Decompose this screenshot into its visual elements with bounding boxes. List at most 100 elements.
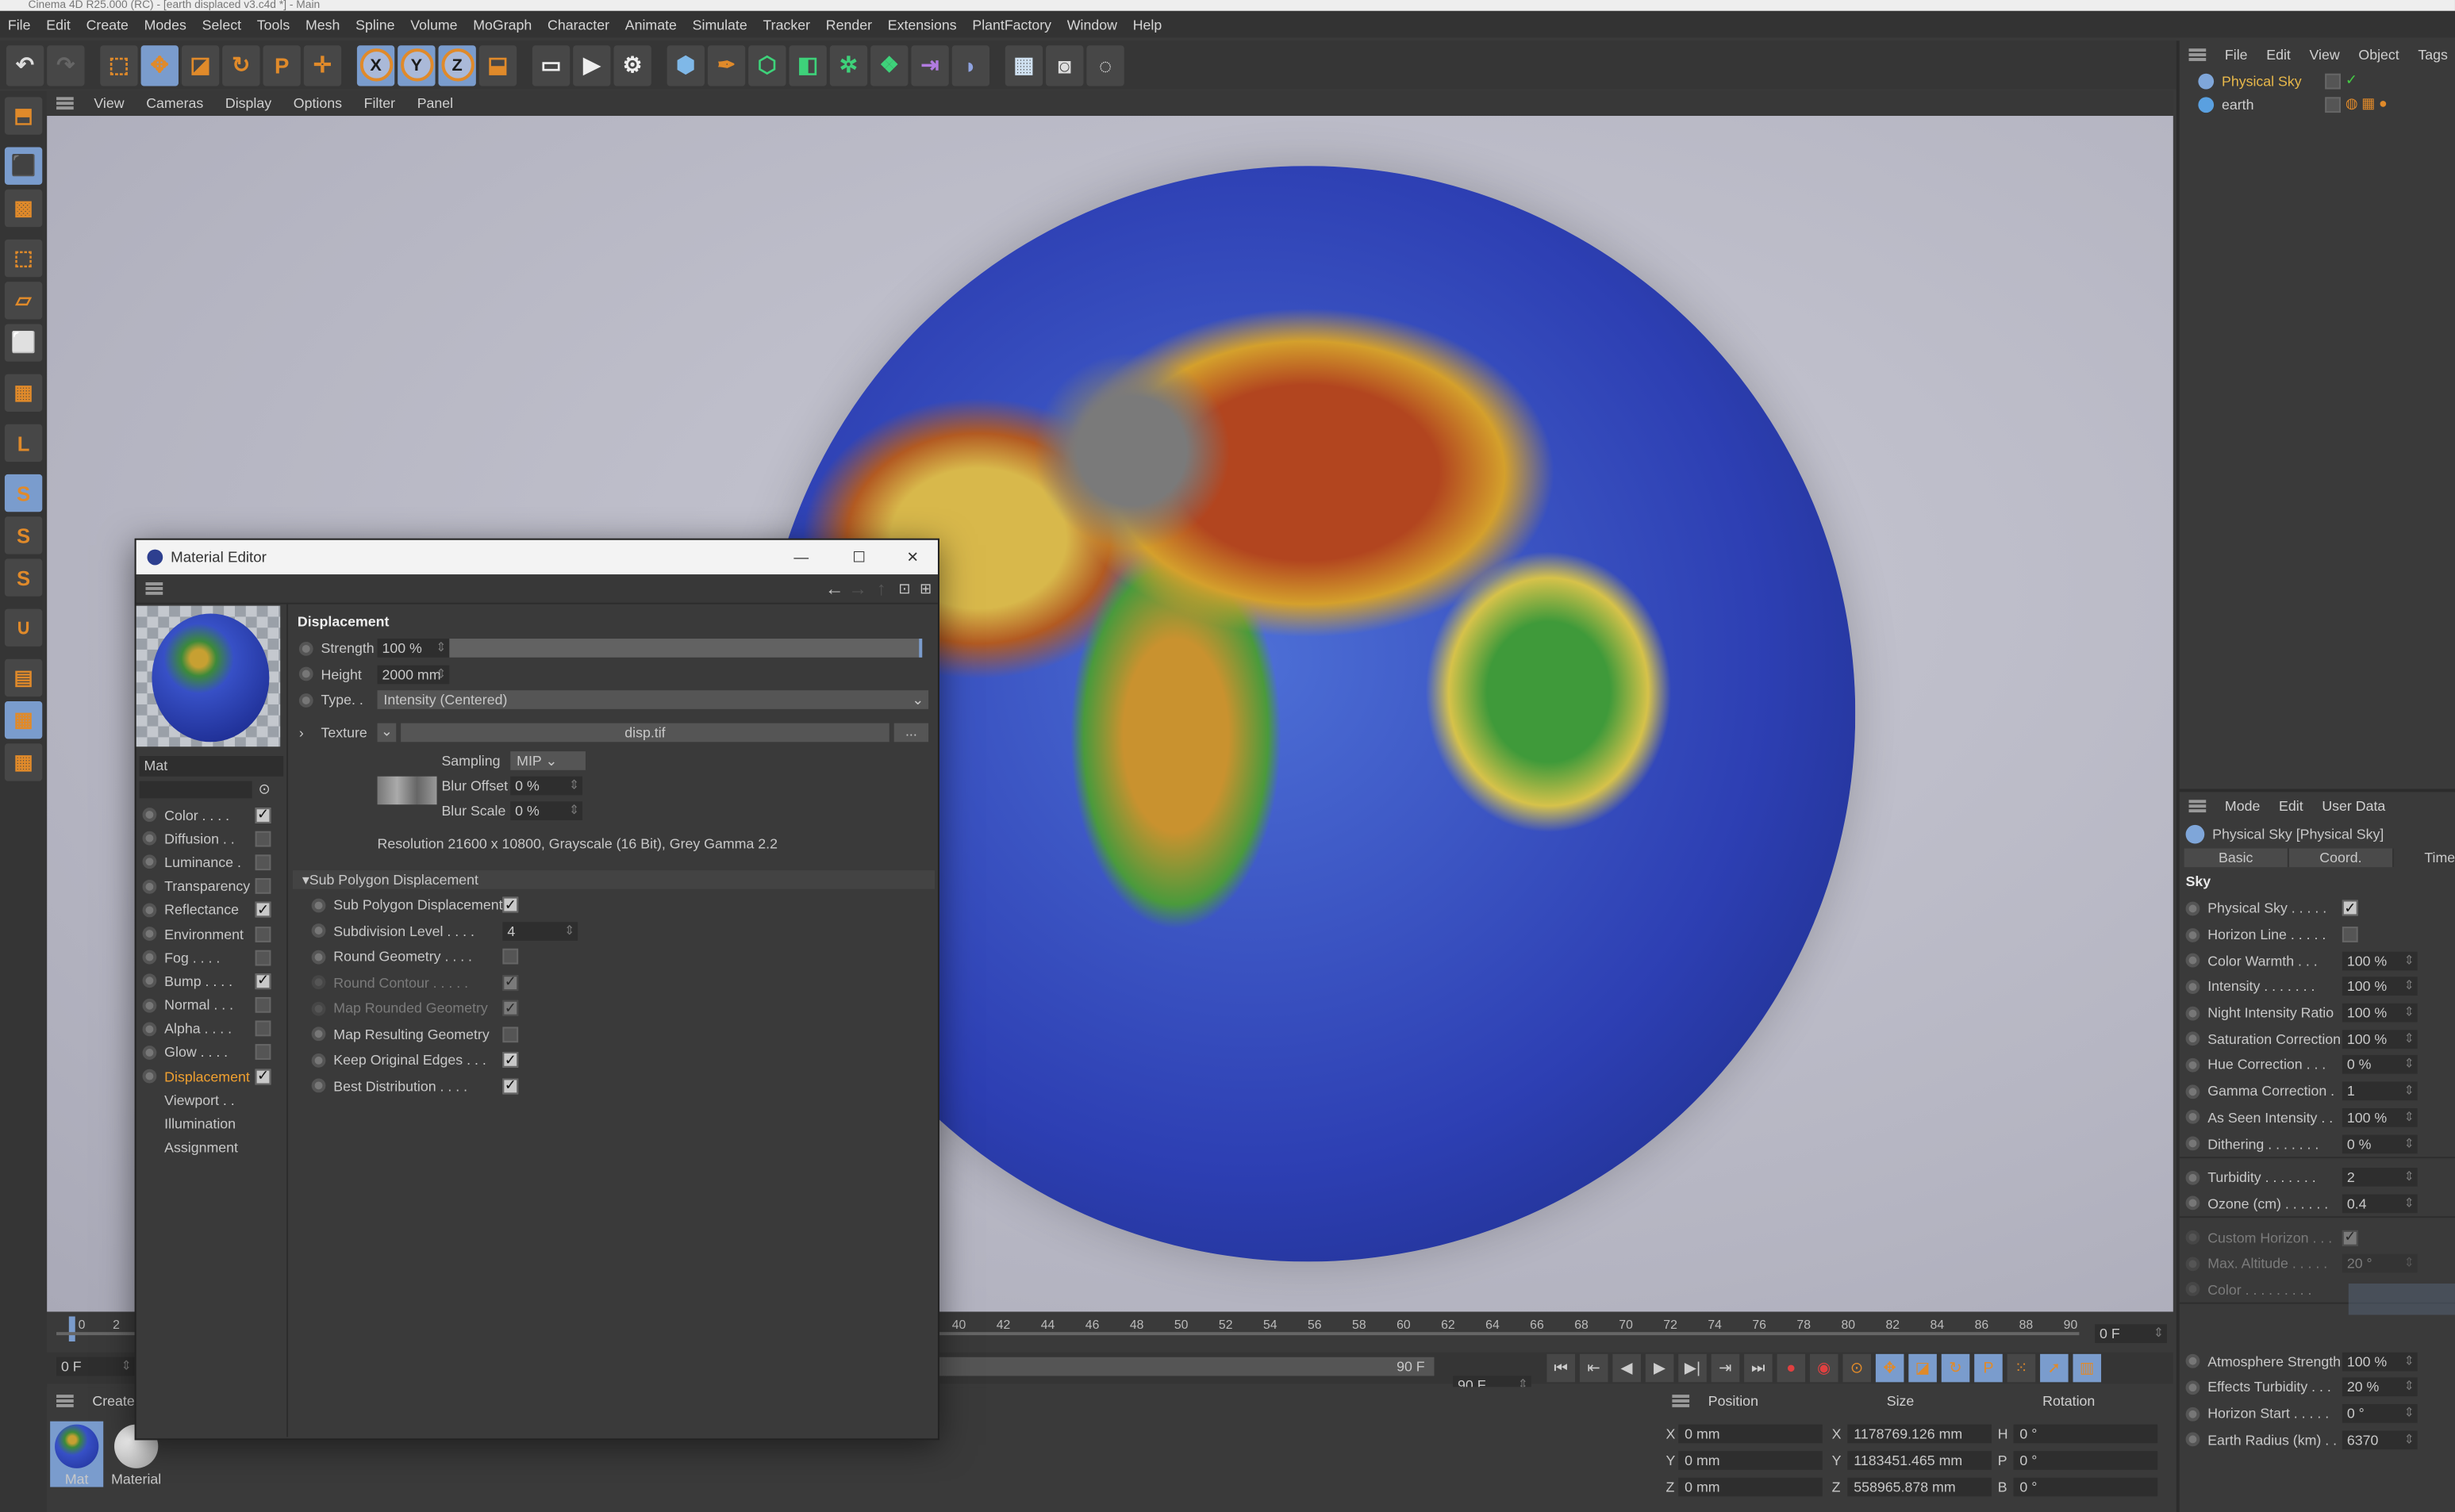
current-frame-field[interactable]: 0 F [2095, 1324, 2167, 1344]
channel-transparency[interactable]: Transparency [136, 874, 286, 898]
light-button[interactable]: ◌ [1086, 44, 1124, 86]
render-settings-button[interactable]: ⚙ [613, 44, 651, 86]
type-dropdown[interactable]: Intensity (Centered) ⌄ [377, 690, 929, 710]
strength-slider[interactable] [449, 639, 923, 658]
channel-displacement[interactable]: Displacement ✓ [136, 1065, 286, 1088]
am-menu-edit[interactable]: Edit [2269, 798, 2312, 814]
checkbox[interactable]: ✓ [502, 1077, 519, 1094]
menu-spline[interactable]: Spline [348, 17, 402, 33]
animate-radio[interactable] [311, 1027, 326, 1042]
menu-edit[interactable]: Edit [38, 17, 78, 33]
menu-tools[interactable]: Tools [249, 17, 298, 33]
menu-mesh[interactable]: Mesh [298, 17, 348, 33]
menu-icon[interactable] [2188, 48, 2207, 61]
animate-radio[interactable] [142, 808, 157, 823]
camera-button[interactable]: ◙ [1046, 44, 1084, 86]
animate-radio[interactable] [142, 974, 157, 988]
object-row[interactable]: earth ◍ ▦ ● [2180, 92, 2455, 116]
rotate-button[interactable]: ↻ [222, 44, 260, 86]
channel-reflectance[interactable]: Reflectance ✓ [136, 898, 286, 922]
next-key-button[interactable]: ⇥ [1711, 1353, 1740, 1383]
workplane-button[interactable]: ▤ [4, 658, 43, 697]
size-x-field[interactable]: 1178769.126 mm [1847, 1424, 1992, 1444]
menu-icon[interactable] [2188, 800, 2207, 813]
align-workplane-button[interactable]: ▦ [4, 743, 43, 781]
tags-icon[interactable]: ◍ ▦ ● [2346, 95, 2388, 113]
material-preview[interactable] [136, 605, 281, 747]
texture-file-button[interactable]: disp.tif [401, 723, 889, 742]
texture-menu-button[interactable]: ⌄ [377, 723, 397, 742]
maximize-button[interactable]: ☐ [831, 549, 888, 566]
om-menu-edit[interactable]: Edit [2257, 47, 2299, 63]
height-field[interactable]: 2000 mm [377, 665, 450, 684]
checkbox[interactable] [502, 949, 519, 965]
animate-radio[interactable] [2185, 927, 2200, 942]
menu-character[interactable]: Character [540, 17, 617, 33]
viewport-menu-display[interactable]: Display [214, 95, 282, 111]
checkbox[interactable]: ✓ [2342, 900, 2358, 917]
position-x-field[interactable]: 0 mm [1678, 1424, 1823, 1444]
record-button[interactable]: ● [1777, 1353, 1806, 1383]
play-button[interactable]: ▶ [1645, 1353, 1674, 1383]
cloner-button[interactable]: ✲ [829, 44, 868, 86]
viewport-menu-view[interactable]: View [83, 95, 136, 111]
position-z-field[interactable]: 0 mm [1678, 1477, 1823, 1497]
animate-radio[interactable] [311, 950, 326, 964]
animate-radio[interactable] [298, 641, 313, 656]
new-panel-icon[interactable]: ⊞ [920, 580, 932, 597]
animate-radio[interactable] [2185, 1196, 2200, 1211]
channel-bump[interactable]: Bump . . . . ✓ [136, 969, 286, 993]
animate-radio[interactable] [142, 950, 157, 965]
channel-glow[interactable]: Glow . . . . [136, 1041, 286, 1065]
animate-radio[interactable] [2185, 1031, 2200, 1046]
sampling-dropdown[interactable]: MIP ⌄ [510, 751, 586, 770]
texture-browse-button[interactable]: ... [893, 723, 929, 742]
size-y-field[interactable]: 1183451.465 mm [1847, 1451, 1992, 1470]
menu-icon[interactable] [1672, 1395, 1690, 1407]
animate-radio[interactable] [142, 927, 157, 941]
am-menu-mode[interactable]: Mode [2215, 798, 2269, 814]
subdivision-button[interactable]: ⬡ [748, 44, 786, 86]
forward-arrow-icon[interactable]: → [848, 578, 867, 600]
rotation-y-field[interactable]: 0 ° [2013, 1451, 2158, 1470]
animate-radio[interactable] [142, 1069, 157, 1084]
snap-button[interactable]: ∪ [4, 608, 43, 647]
channel-checkbox[interactable]: ✓ [255, 973, 271, 989]
viewport-menu-icon[interactable] [56, 97, 74, 110]
om-menu-object[interactable]: Object [2349, 47, 2409, 63]
polygon-mode-button[interactable]: ⬜ [4, 324, 43, 362]
coordinate-system-button[interactable]: ⬓ [478, 44, 517, 86]
close-button[interactable]: ✕ [888, 549, 938, 566]
locked-workplane-button[interactable]: ▦ [4, 700, 43, 739]
channel-normal[interactable]: Normal . . . [136, 993, 286, 1017]
checkbox[interactable] [2342, 927, 2358, 942]
menu-modes[interactable]: Modes [136, 17, 194, 33]
channel-alpha[interactable]: Alpha . . . . [136, 1017, 286, 1041]
value-field[interactable]: 20 % [2342, 1378, 2418, 1397]
lock-icon[interactable]: ⊡ [898, 580, 910, 597]
animate-radio[interactable] [298, 667, 313, 681]
solo-off-button[interactable]: S [4, 558, 43, 597]
menu-volume[interactable]: Volume [402, 17, 465, 33]
checkbox[interactable]: ✓ [502, 1051, 519, 1069]
sub-polygon-section-header[interactable]: ▾Sub Polygon Displacement [292, 870, 936, 889]
fcurve-button[interactable]: ▥ [2073, 1353, 2102, 1383]
back-arrow-icon[interactable]: ← [825, 578, 844, 600]
channel-diffusion[interactable]: Diffusion . . [136, 827, 286, 850]
point-mode-button[interactable]: ⬚ [4, 239, 43, 278]
animate-radio[interactable] [2185, 954, 2200, 968]
animate-radio[interactable] [311, 898, 326, 912]
position-y-field[interactable]: 0 mm [1678, 1451, 1823, 1470]
animate-radio[interactable] [2185, 1354, 2200, 1368]
move-key-button[interactable]: ✥ [1875, 1353, 1904, 1383]
channel-fog[interactable]: Fog . . . . [136, 946, 286, 969]
make-editable-button[interactable]: ⬒ [4, 97, 43, 135]
animate-radio[interactable] [2185, 1432, 2200, 1447]
om-menu-tags[interactable]: Tags [2409, 47, 2455, 63]
value-field[interactable]: 1 [2342, 1081, 2418, 1101]
z-axis-button[interactable]: Z [438, 44, 476, 86]
animate-radio[interactable] [2185, 1084, 2200, 1099]
value-field[interactable]: 0 % [2342, 1134, 2418, 1153]
channel-illumination[interactable]: Illumination [136, 1112, 286, 1136]
animate-radio[interactable] [2185, 1110, 2200, 1125]
